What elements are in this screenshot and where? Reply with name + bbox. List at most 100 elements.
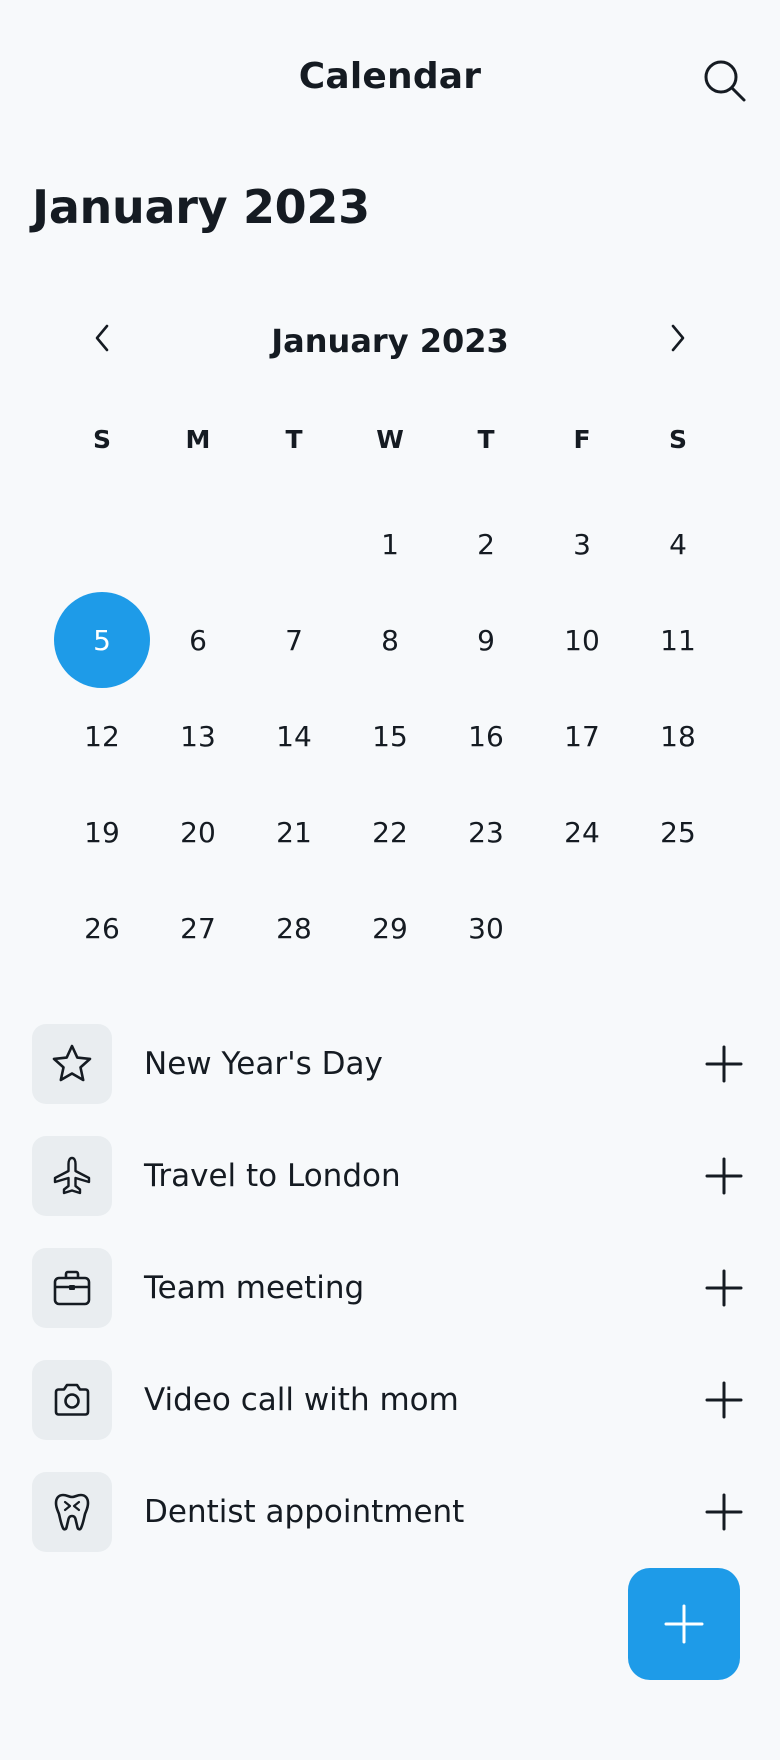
day-number: 25	[660, 815, 696, 849]
calendar-day[interactable]: 7	[246, 592, 342, 688]
event-item[interactable]: Dentist appointment	[32, 1472, 748, 1552]
calendar-day[interactable]: 25	[630, 784, 726, 880]
camera-icon	[54, 1383, 90, 1416]
day-number: 11	[660, 623, 696, 657]
weekday-label: T	[477, 425, 495, 454]
calendar-day[interactable]: 10	[534, 592, 630, 688]
add-event-button[interactable]	[700, 1040, 748, 1088]
day-number: 15	[372, 719, 408, 753]
event-label: Dentist appointment	[144, 1494, 465, 1530]
calendar-day[interactable]: 3	[534, 496, 630, 592]
airplane-icon	[53, 1156, 91, 1195]
day-number: 17	[564, 719, 600, 753]
calendar-day[interactable]: 18	[630, 688, 726, 784]
day-number: 7	[285, 623, 303, 657]
add-event-button[interactable]	[700, 1264, 748, 1312]
plus-icon	[705, 1157, 743, 1195]
add-event-button[interactable]	[700, 1152, 748, 1200]
event-label: Video call with mom	[144, 1382, 459, 1418]
calendar-day[interactable]: 26	[54, 880, 150, 976]
calendar-day-empty	[150, 496, 246, 592]
briefcase-icon	[53, 1270, 91, 1306]
day-number: 20	[180, 815, 216, 849]
tooth-icon	[54, 1493, 90, 1531]
calendar-day[interactable]: 8	[342, 592, 438, 688]
calendar-day[interactable]: 27	[150, 880, 246, 976]
calendar-day[interactable]: 16	[438, 688, 534, 784]
day-number: 9	[477, 623, 495, 657]
calendar-day[interactable]: 24	[534, 784, 630, 880]
month-navigation: January 2023	[0, 312, 780, 372]
plus-icon	[664, 1604, 704, 1644]
page-title: January 2023	[32, 180, 370, 234]
calendar-day[interactable]: 2	[438, 496, 534, 592]
day-number: 26	[84, 911, 120, 945]
weekday-label: M	[185, 425, 211, 454]
calendar-day[interactable]: 17	[534, 688, 630, 784]
day-number: 14	[276, 719, 312, 753]
calendar-day[interactable]: 6	[150, 592, 246, 688]
day-number: 13	[180, 719, 216, 753]
add-event-fab[interactable]	[628, 1568, 740, 1680]
next-month-button[interactable]	[656, 316, 700, 360]
calendar-day-selected[interactable]: 5	[54, 592, 150, 688]
calendar-day[interactable]: 14	[246, 688, 342, 784]
events-list: New Year's Day Travel to London Team mee…	[32, 1024, 748, 1584]
day-number: 16	[468, 719, 504, 753]
day-number: 5	[54, 592, 150, 688]
day-number: 3	[573, 527, 591, 561]
day-number: 28	[276, 911, 312, 945]
event-icon-tile	[32, 1248, 112, 1328]
calendar-day[interactable]: 4	[630, 496, 726, 592]
calendar-days-grid: 1 2 3 4 5 6 7 8 9 10 11 12 13 14 15 16 17 18 19 20 21 22 23 24 2…	[54, 496, 726, 976]
event-label: Travel to London	[144, 1158, 401, 1194]
event-label: Team meeting	[144, 1270, 365, 1306]
day-number: 29	[372, 911, 408, 945]
add-event-button[interactable]	[700, 1376, 748, 1424]
calendar-day[interactable]: 20	[150, 784, 246, 880]
calendar-day-empty	[630, 880, 726, 976]
calendar-day[interactable]: 9	[438, 592, 534, 688]
calendar-day[interactable]: 29	[342, 880, 438, 976]
event-icon-tile	[32, 1024, 112, 1104]
calendar-day[interactable]: 13	[150, 688, 246, 784]
calendar-day[interactable]: 11	[630, 592, 726, 688]
weekday-label: F	[573, 425, 591, 454]
star-icon	[52, 1044, 92, 1082]
calendar-day[interactable]: 23	[438, 784, 534, 880]
event-item[interactable]: Travel to London	[32, 1136, 748, 1216]
weekday-label: S	[92, 425, 111, 454]
event-label: New Year's Day	[144, 1046, 383, 1082]
event-item[interactable]: Team meeting	[32, 1248, 748, 1328]
day-number: 23	[468, 815, 504, 849]
day-number: 2	[477, 527, 495, 561]
day-number: 1	[381, 527, 399, 561]
chevron-right-icon	[671, 324, 685, 352]
day-number: 8	[381, 623, 399, 657]
calendar-day[interactable]: 19	[54, 784, 150, 880]
event-icon-tile	[32, 1472, 112, 1552]
event-item[interactable]: New Year's Day	[32, 1024, 748, 1104]
search-button[interactable]	[700, 56, 748, 104]
plus-icon	[705, 1381, 743, 1419]
day-number: 27	[180, 911, 216, 945]
add-event-button[interactable]	[700, 1488, 748, 1536]
calendar-day-empty	[534, 880, 630, 976]
calendar-day[interactable]: 1	[342, 496, 438, 592]
calendar-day[interactable]: 15	[342, 688, 438, 784]
calendar-day[interactable]: 12	[54, 688, 150, 784]
weekday-label: W	[376, 425, 404, 454]
day-number: 12	[84, 719, 120, 753]
day-number: 4	[669, 527, 687, 561]
event-item[interactable]: Video call with mom	[32, 1360, 748, 1440]
calendar-day[interactable]: 28	[246, 880, 342, 976]
calendar-day[interactable]: 22	[342, 784, 438, 880]
plus-icon	[705, 1493, 743, 1531]
day-number: 10	[564, 623, 600, 657]
day-number: 30	[468, 911, 504, 945]
app-header: Calendar	[0, 0, 780, 160]
search-icon	[704, 60, 746, 102]
weekday-label: S	[668, 425, 687, 454]
calendar-day[interactable]: 21	[246, 784, 342, 880]
calendar-day[interactable]: 30	[438, 880, 534, 976]
